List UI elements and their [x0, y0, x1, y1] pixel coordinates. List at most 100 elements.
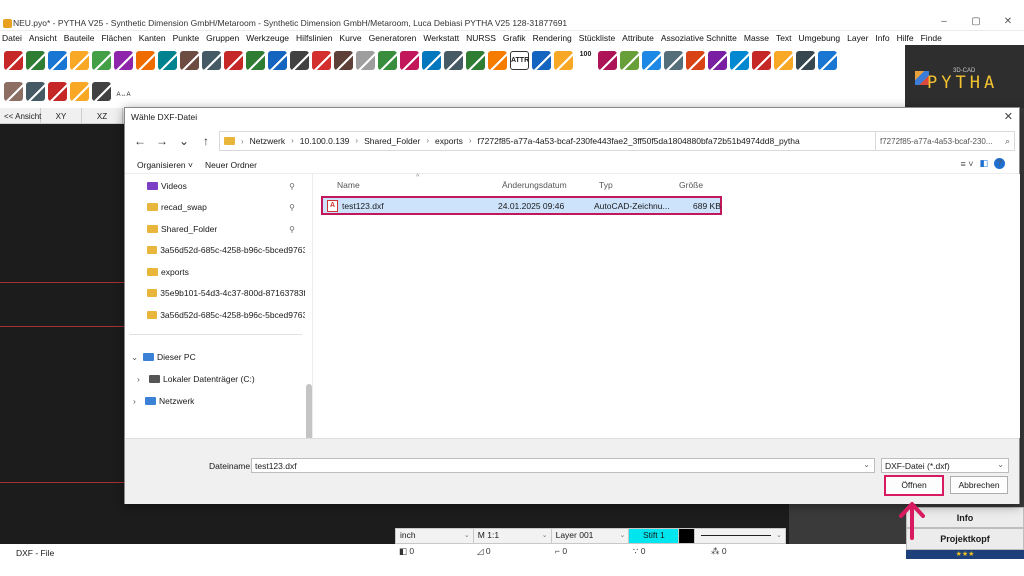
nav-item[interactable]: Shared_Folder ⚲: [147, 219, 305, 239]
row1-tool-icon-21[interactable]: [444, 51, 463, 70]
menu-item-werkstatt[interactable]: Werkstatt: [423, 33, 459, 43]
chevron-right-icon[interactable]: ›: [137, 374, 149, 384]
row1-tool-icon-33[interactable]: [708, 51, 727, 70]
row1-tool-icon-30[interactable]: [642, 51, 661, 70]
row1-tool-icon-10[interactable]: [202, 51, 221, 70]
menu-item-punkte[interactable]: Punkte: [173, 33, 199, 43]
row1-tool-icon-20[interactable]: [422, 51, 441, 70]
tab-xy[interactable]: XY: [41, 108, 82, 124]
menu-item-assoziative-schnitte[interactable]: Assoziative Schnitte: [661, 33, 737, 43]
row1-tool-icon-16[interactable]: [334, 51, 353, 70]
menu-item-attribute[interactable]: Attribute: [622, 33, 654, 43]
row2-tool-icon-1[interactable]: [4, 82, 23, 101]
row1-tool-icon-7[interactable]: [136, 51, 155, 70]
row1-tool-icon-29[interactable]: [620, 51, 639, 70]
chevron-right-icon[interactable]: ›: [469, 136, 472, 146]
row2-tool-icon-5[interactable]: [92, 82, 111, 101]
row1-tool-icon-35[interactable]: [752, 51, 771, 70]
address-bar[interactable]: › Netzwerk › 10.100.0.139 › Shared_Folder › ex…: [219, 131, 954, 151]
chevron-right-icon[interactable]: ›: [426, 136, 429, 146]
cancel-button[interactable]: Abbrechen: [950, 476, 1008, 494]
nav-item[interactable]: 35e9b101-54d3-4c37-800d-87163783fd9: [147, 283, 305, 303]
column-date[interactable]: Änderungsdatum: [502, 180, 567, 190]
row1-tool-icon-22[interactable]: [466, 51, 485, 70]
row1-tool-icon-23[interactable]: [488, 51, 507, 70]
breadcrumb-segment[interactable]: f7272f85-a77a-4a53-bcaf-230fe443fae2_3ff…: [478, 136, 800, 146]
minimize-button[interactable]: –: [928, 14, 960, 30]
pin-icon[interactable]: ⚲: [289, 225, 295, 234]
row1-tool-icon-3[interactable]: [48, 51, 67, 70]
tree-item[interactable]: › Lokaler Datenträger (C:): [137, 369, 255, 389]
menu-item-hilfe[interactable]: Hilfe: [897, 33, 914, 43]
back-button[interactable]: ←: [129, 134, 151, 148]
unit-select[interactable]: inch ⌄: [396, 529, 474, 543]
column-type[interactable]: Typ: [599, 180, 613, 190]
row1-tool-icon-1[interactable]: [4, 51, 23, 70]
search-input[interactable]: f7272f85-a77a-4a53-bcaf-230... ⌕: [875, 131, 1015, 151]
nav-item[interactable]: 3a56d52d-685c-4258-b96c-5bced976371: [147, 240, 305, 260]
menu-item-gruppen[interactable]: Gruppen: [206, 33, 239, 43]
chevron-right-icon[interactable]: ›: [355, 136, 358, 146]
row2-tool-icon-4[interactable]: [70, 82, 89, 101]
layer-select[interactable]: Layer 001 ⌄: [552, 529, 630, 543]
row2-tool-icon-2[interactable]: [26, 82, 45, 101]
menu-item-bauteile[interactable]: Bauteile: [64, 33, 95, 43]
text-tool-icon[interactable]: A↔A: [114, 82, 133, 101]
menu-item-flächen[interactable]: Flächen: [101, 33, 131, 43]
tree-item[interactable]: › Netzwerk: [133, 391, 194, 411]
column-name[interactable]: Name: [337, 180, 360, 190]
chevron-right-icon[interactable]: ›: [133, 396, 145, 406]
menu-item-kanten[interactable]: Kanten: [139, 33, 166, 43]
row1-tool-icon-36[interactable]: [774, 51, 793, 70]
attr-tool-icon[interactable]: ATTR: [510, 51, 529, 70]
nav-item[interactable]: 3a56d52d-685c-4258-b96c-5bced976371: [147, 305, 305, 325]
filetype-select[interactable]: DXF-Datei (*.dxf) ⌄: [881, 458, 1009, 473]
recent-locations-button[interactable]: ⌄: [173, 134, 195, 148]
pen-select[interactable]: Stift 1: [629, 529, 680, 543]
column-size[interactable]: Größe: [679, 180, 703, 190]
row1-tool-icon-17[interactable]: [356, 51, 375, 70]
preview-pane-icon[interactable]: ◧: [979, 158, 988, 169]
row1-tool-icon-25[interactable]: [532, 51, 551, 70]
row1-tool-icon-28[interactable]: [598, 51, 617, 70]
row2-tool-icon-3[interactable]: [48, 82, 67, 101]
tab-ansicht[interactable]: << Ansicht: [0, 108, 41, 124]
nav-item[interactable]: recad_swap ⚲: [147, 197, 305, 217]
row1-tool-icon-12[interactable]: [246, 51, 265, 70]
row1-tool-icon-18[interactable]: [378, 51, 397, 70]
filename-input[interactable]: test123.dxf ⌄: [251, 458, 875, 473]
menu-item-stückliste[interactable]: Stückliste: [579, 33, 615, 43]
row1-tool-icon-2[interactable]: [26, 51, 45, 70]
organize-button[interactable]: Organisieren ˅: [137, 160, 193, 170]
maximize-button[interactable]: ▢: [960, 14, 992, 30]
row1-tool-icon-14[interactable]: [290, 51, 309, 70]
breadcrumb-segment[interactable]: exports: [435, 136, 463, 146]
menu-item-nurss[interactable]: NURSS: [466, 33, 496, 43]
view-options-icon[interactable]: ≡ ˅: [960, 159, 973, 169]
menu-item-werkzeuge[interactable]: Werkzeuge: [246, 33, 289, 43]
close-icon[interactable]: ✕: [1004, 110, 1013, 123]
menu-item-hilfslinien[interactable]: Hilfslinien: [296, 33, 332, 43]
chevron-down-icon[interactable]: ⌄: [863, 460, 870, 469]
menu-item-grafik[interactable]: Grafik: [503, 33, 526, 43]
help-icon[interactable]: ?: [994, 158, 1005, 169]
open-button[interactable]: Öffnen: [884, 475, 944, 496]
menu-item-rendering[interactable]: Rendering: [533, 33, 572, 43]
menu-item-info[interactable]: Info: [875, 33, 889, 43]
tab-xz[interactable]: XZ: [82, 108, 123, 124]
menu-item-finde[interactable]: Finde: [921, 33, 942, 43]
chevron-right-icon[interactable]: ›: [291, 136, 294, 146]
hundred-tool-icon[interactable]: 100: [576, 51, 595, 70]
menu-item-text[interactable]: Text: [776, 33, 792, 43]
pin-icon[interactable]: ⚲: [289, 203, 295, 212]
menu-item-kurve[interactable]: Kurve: [339, 33, 361, 43]
row1-tool-icon-4[interactable]: [70, 51, 89, 70]
new-folder-button[interactable]: Neuer Ordner: [205, 160, 257, 170]
row1-tool-icon-13[interactable]: [268, 51, 287, 70]
row1-tool-icon-6[interactable]: [114, 51, 133, 70]
menu-item-datei[interactable]: Datei: [2, 33, 22, 43]
breadcrumb-segment[interactable]: Shared_Folder: [364, 136, 420, 146]
line-style-select[interactable]: ⌄: [695, 529, 785, 543]
forward-button[interactable]: →: [151, 134, 173, 148]
row1-tool-icon-37[interactable]: [796, 51, 815, 70]
